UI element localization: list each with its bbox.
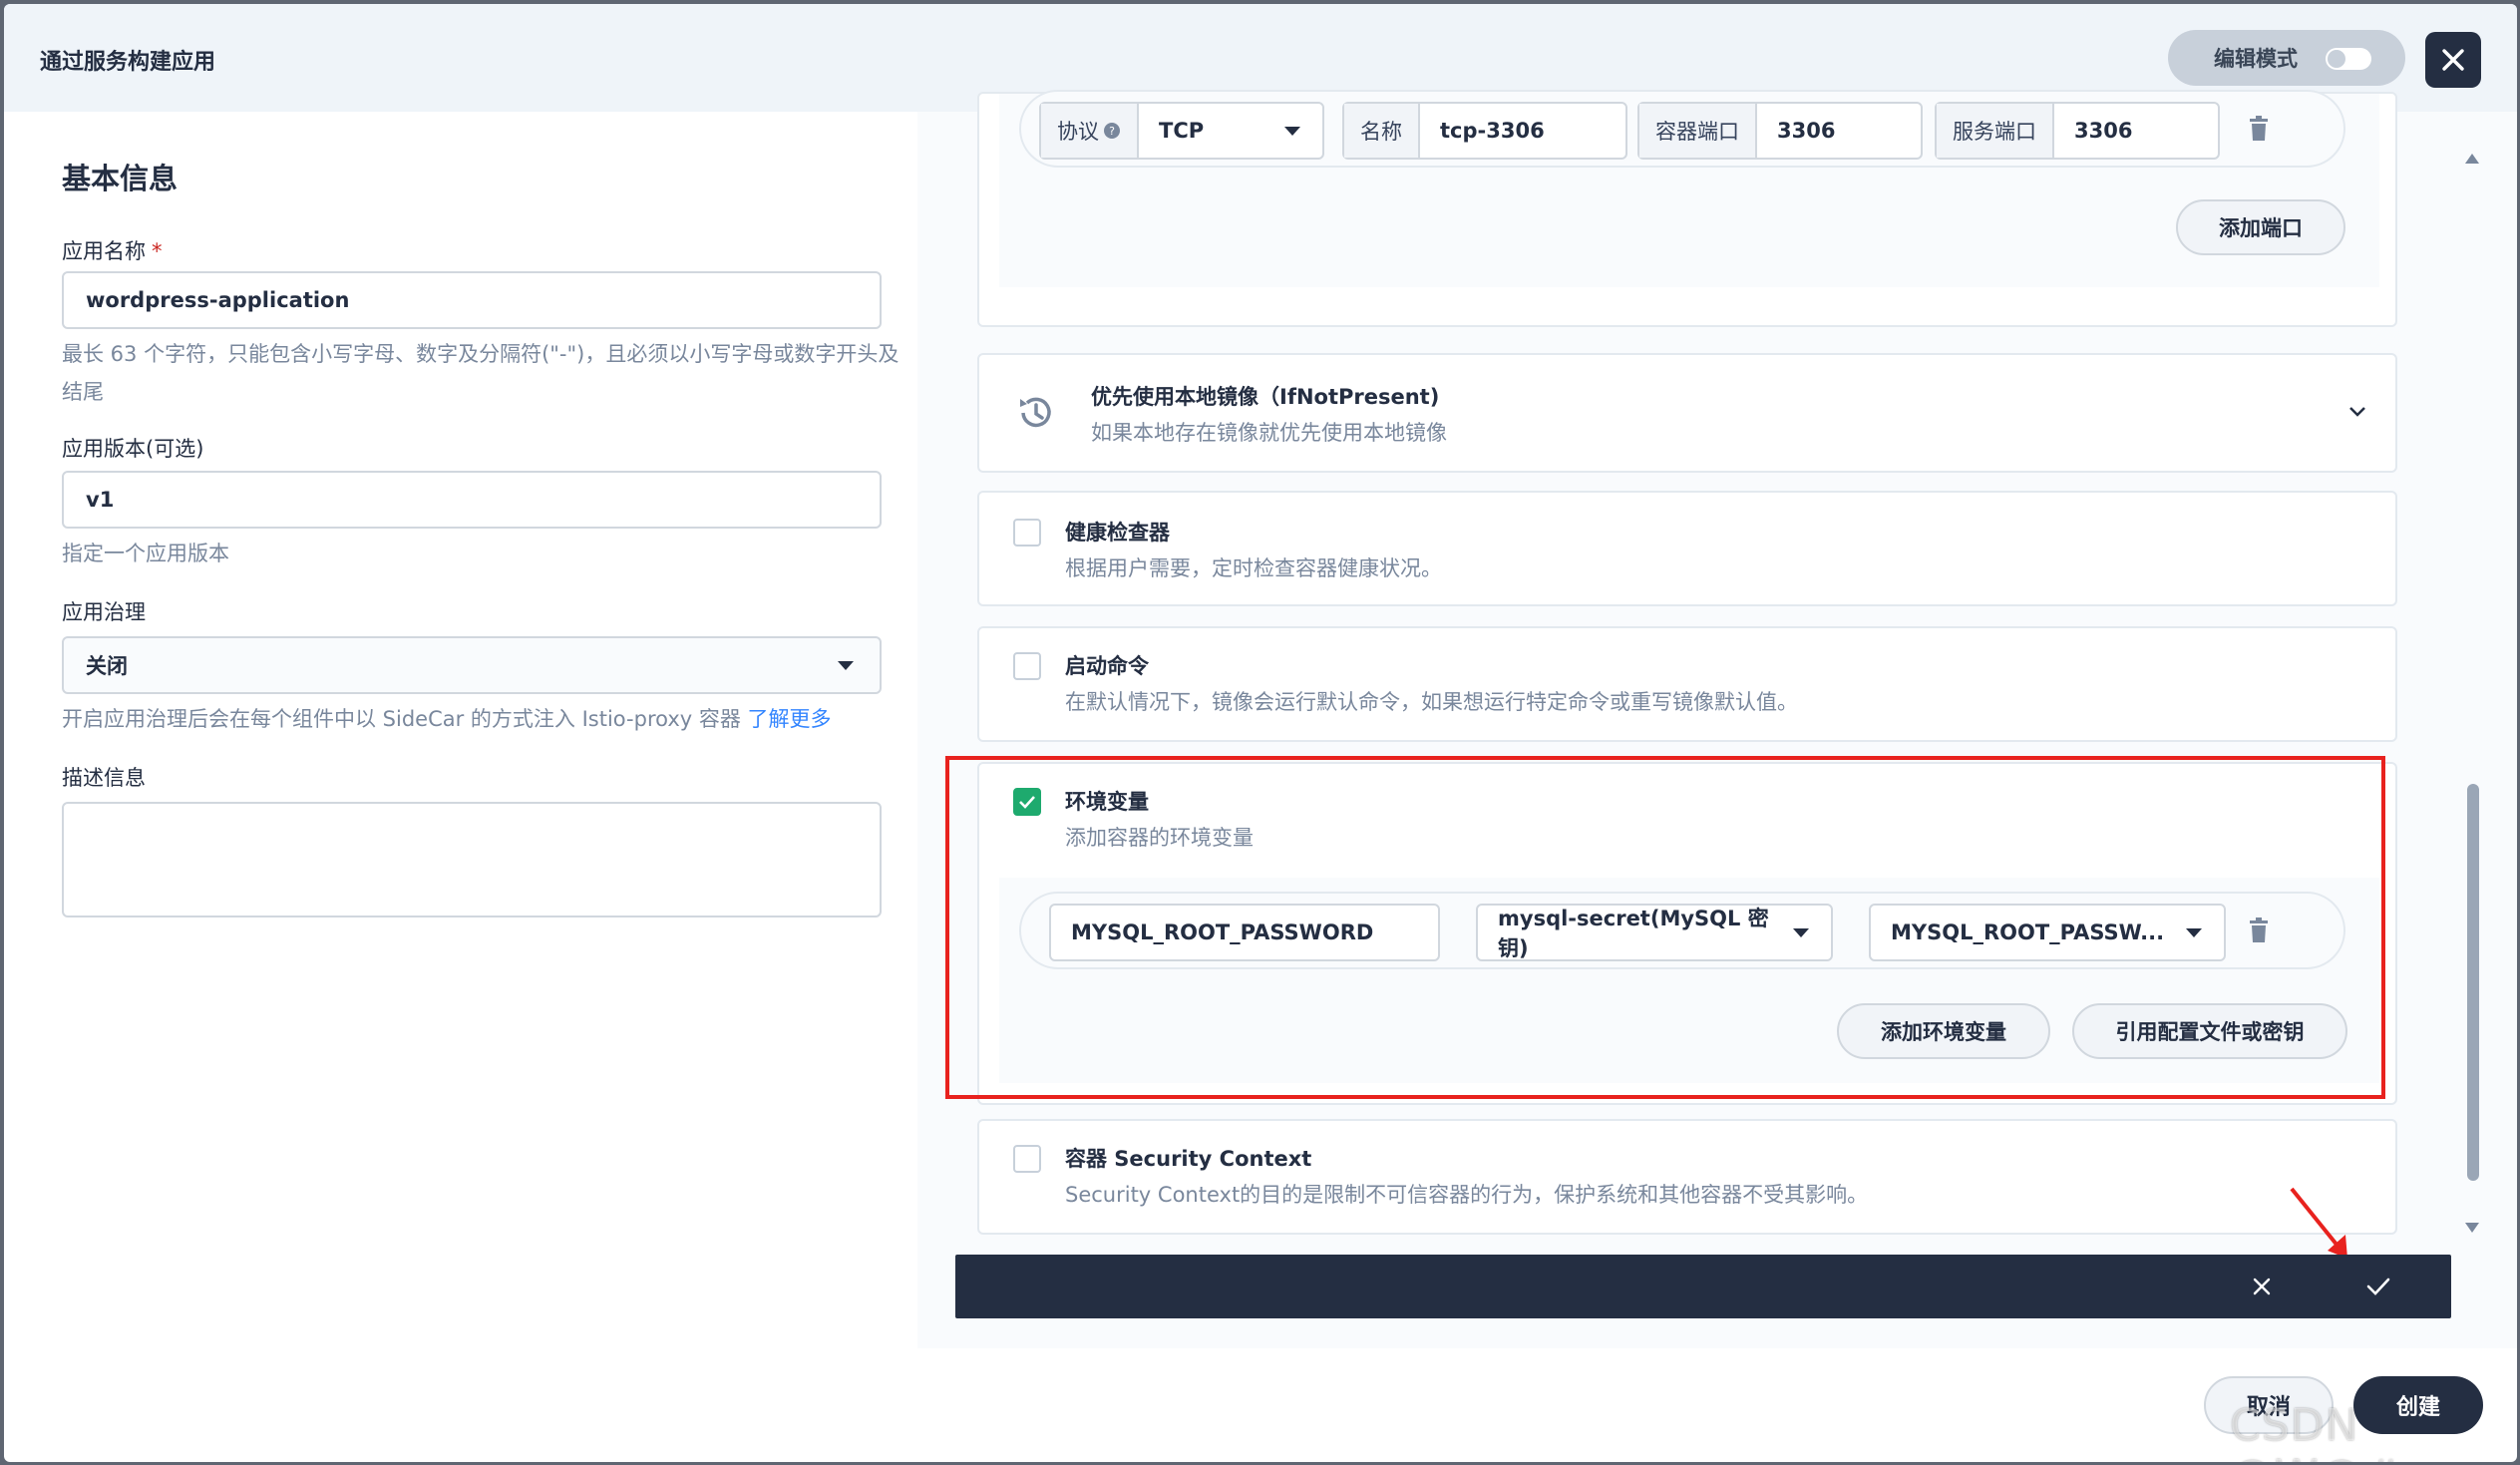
ref-config-button[interactable]: 引用配置文件或密钥 bbox=[2072, 1003, 2347, 1059]
ports-card: 协议 ? TCP 名称 tcp-3306 容器端口 3306 服务端口 3306… bbox=[977, 90, 2397, 327]
chevron-down-icon bbox=[838, 660, 854, 670]
env-vars-checkbox[interactable] bbox=[1013, 788, 1041, 816]
protocol-select[interactable]: 协议 ? TCP bbox=[1039, 102, 1324, 160]
secret-select[interactable]: mysql-secret(MySQL 密钥) bbox=[1476, 904, 1833, 961]
create-app-modal: 通过服务构建应用 编辑模式 基本信息 应用名称 * wordpress-appli… bbox=[4, 4, 2517, 1462]
chevron-down-icon bbox=[1793, 927, 1809, 937]
app-name-value: wordpress-application bbox=[86, 288, 350, 312]
container-settings-panel: 协议 ? TCP 名称 tcp-3306 容器端口 3306 服务端口 3306… bbox=[917, 90, 2517, 1348]
check-icon bbox=[1019, 796, 1035, 809]
version-input[interactable]: v1 bbox=[62, 471, 882, 529]
annotation-arrow-icon bbox=[2290, 1187, 2347, 1259]
version-hint: 指定一个应用版本 bbox=[62, 542, 229, 565]
secret-key-value: MYSQL_ROOT_PASSW... bbox=[1891, 920, 2165, 944]
add-env-var-button[interactable]: 添加环境变量 bbox=[1837, 1003, 2050, 1059]
toggle-knob bbox=[2328, 50, 2345, 68]
security-context-card: 容器 Security Context Security Context的目的是… bbox=[977, 1119, 2397, 1235]
env-vars-desc: 添加容器的环境变量 bbox=[1065, 826, 1254, 850]
watermark: CSDN @W@# bbox=[2230, 1400, 2400, 1462]
app-name-input[interactable]: wordpress-application bbox=[62, 271, 882, 329]
trash-icon[interactable] bbox=[2248, 917, 2270, 943]
app-name-label: 应用名称 * bbox=[62, 235, 163, 265]
image-pull-title: 优先使用本地镜像（IfNotPresent) bbox=[1091, 385, 1440, 409]
scroll-thumb[interactable] bbox=[2467, 784, 2479, 1181]
app-name-label-text: 应用名称 bbox=[62, 239, 146, 263]
port-name-addon: 名称 bbox=[1344, 104, 1420, 158]
protocol-value: TCP bbox=[1159, 119, 1205, 143]
container-port-input[interactable]: 容器端口 3306 bbox=[1637, 102, 1923, 160]
edit-mode-toggle[interactable]: 编辑模式 bbox=[2168, 30, 2405, 86]
ports-panel: 协议 ? TCP 名称 tcp-3306 容器端口 3306 服务端口 3306… bbox=[999, 90, 2379, 287]
health-check-card: 健康检查器 根据用户需要，定时检查容器健康状况。 bbox=[977, 491, 2397, 606]
secret-key-select[interactable]: MYSQL_ROOT_PASSW... bbox=[1869, 904, 2226, 961]
env-vars-title: 环境变量 bbox=[1065, 790, 1149, 814]
port-row: 协议 ? TCP 名称 tcp-3306 容器端口 3306 服务端口 3306 bbox=[1019, 90, 2345, 168]
required-mark: * bbox=[152, 239, 163, 263]
description-textarea[interactable] bbox=[62, 802, 882, 917]
edit-mode-label: 编辑模式 bbox=[2214, 47, 2298, 71]
port-name-value: tcp-3306 bbox=[1440, 119, 1545, 143]
svg-text:?: ? bbox=[1109, 125, 1115, 138]
start-command-card: 启动命令 在默认情况下，镜像会运行默认命令，如果想运行特定命令或重写镜像默认值。 bbox=[977, 626, 2397, 742]
service-port-addon: 服务端口 bbox=[1937, 104, 2054, 158]
chevron-down-icon bbox=[2349, 407, 2365, 417]
app-name-hint: 最长 63 个字符，只能包含小写字母、数字及分隔符("-")，且必须以小写字母或… bbox=[62, 342, 900, 404]
env-vars-card: 环境变量 添加容器的环境变量 MYSQL_ROOT_PASSWORD mysql… bbox=[977, 762, 2397, 1105]
trash-icon[interactable] bbox=[2248, 116, 2270, 142]
env-vars-panel: MYSQL_ROOT_PASSWORD mysql-secret(MySQL 密… bbox=[999, 878, 2379, 1083]
governance-label: 应用治理 bbox=[62, 600, 146, 624]
protocol-label: 协议 bbox=[1057, 120, 1099, 144]
cancel-icon[interactable] bbox=[2252, 1277, 2272, 1296]
chevron-down-icon bbox=[2186, 927, 2202, 937]
confirm-bar bbox=[955, 1255, 2451, 1318]
health-check-checkbox[interactable] bbox=[1013, 519, 1041, 547]
security-context-desc: Security Context的目的是限制不可信容器的行为，保护系统和其他容器… bbox=[1065, 1183, 1869, 1207]
container-port-addon: 容器端口 bbox=[1639, 104, 1757, 158]
governance-hint-text: 开启应用治理后会在每个组件中以 SideCar 的方式注入 Istio-prox… bbox=[62, 707, 741, 731]
health-check-desc: 根据用户需要，定时检查容器健康状况。 bbox=[1065, 556, 1442, 580]
image-pull-card[interactable]: 优先使用本地镜像（IfNotPresent) 如果本地存在镜像就优先使用本地镜像 bbox=[977, 353, 2397, 473]
learn-more-link[interactable]: 了解更多 bbox=[748, 707, 832, 731]
help-icon: ? bbox=[1104, 123, 1120, 139]
env-key-input[interactable]: MYSQL_ROOT_PASSWORD bbox=[1049, 904, 1440, 961]
service-port-value: 3306 bbox=[2074, 119, 2133, 143]
confirm-check-icon[interactable] bbox=[2365, 1277, 2391, 1296]
start-command-desc: 在默认情况下，镜像会运行默认命令，如果想运行特定命令或重写镜像默认值。 bbox=[1065, 690, 1798, 714]
close-button[interactable] bbox=[2425, 32, 2481, 88]
section-title: 基本信息 bbox=[62, 162, 179, 195]
basic-info-panel: 基本信息 应用名称 * wordpress-application 最长 63 个… bbox=[4, 112, 917, 1348]
toggle-switch[interactable] bbox=[2326, 48, 2371, 70]
service-port-input[interactable]: 服务端口 3306 bbox=[1935, 102, 2220, 160]
scroll-down-icon[interactable] bbox=[2463, 1221, 2481, 1235]
version-value: v1 bbox=[86, 488, 115, 512]
governance-hint: 开启应用治理后会在每个组件中以 SideCar 的方式注入 Istio-prox… bbox=[62, 700, 900, 738]
port-name-input[interactable]: 名称 tcp-3306 bbox=[1342, 102, 1627, 160]
image-pull-desc: 如果本地存在镜像就优先使用本地镜像 bbox=[1091, 421, 1447, 445]
health-check-title: 健康检查器 bbox=[1065, 521, 1170, 545]
chevron-down-icon bbox=[1284, 126, 1300, 136]
scroll-up-icon[interactable] bbox=[2463, 152, 2481, 166]
version-label: 应用版本(可选) bbox=[62, 437, 204, 461]
start-command-title: 启动命令 bbox=[1065, 654, 1149, 678]
modal-title: 通过服务构建应用 bbox=[40, 50, 216, 75]
governance-value: 关闭 bbox=[86, 654, 128, 678]
container-port-value: 3306 bbox=[1777, 119, 1836, 143]
close-icon bbox=[2442, 49, 2464, 71]
security-context-title: 容器 Security Context bbox=[1065, 1147, 1312, 1171]
description-label: 描述信息 bbox=[62, 766, 146, 790]
secret-value: mysql-secret(MySQL 密钥) bbox=[1498, 907, 1769, 960]
start-command-checkbox[interactable] bbox=[1013, 652, 1041, 680]
governance-select[interactable]: 关闭 bbox=[62, 636, 882, 694]
security-context-checkbox[interactable] bbox=[1013, 1145, 1041, 1173]
env-var-row: MYSQL_ROOT_PASSWORD mysql-secret(MySQL 密… bbox=[1019, 892, 2345, 969]
add-port-button[interactable]: 添加端口 bbox=[2176, 199, 2345, 255]
protocol-addon: 协议 ? bbox=[1041, 104, 1139, 158]
env-key-value: MYSQL_ROOT_PASSWORD bbox=[1071, 920, 1374, 944]
history-icon bbox=[1020, 397, 1051, 428]
